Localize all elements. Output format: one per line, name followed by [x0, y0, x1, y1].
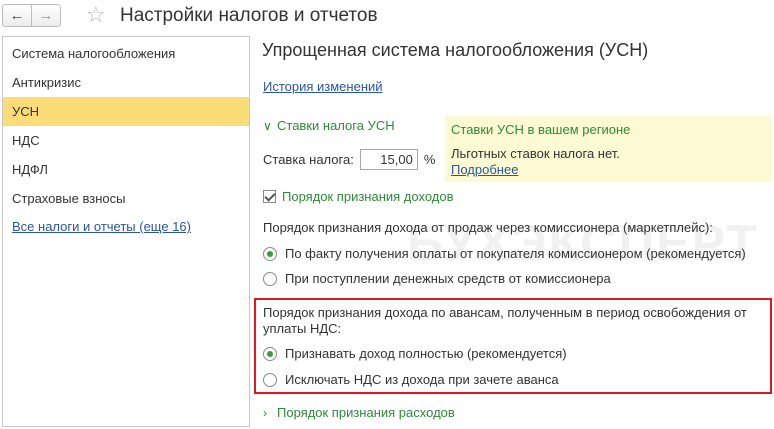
rate-input[interactable] — [359, 149, 418, 170]
title-bar: ← → ☆ Настройки налогов и отчетов — [0, 0, 774, 34]
radio-icon[interactable] — [263, 271, 277, 286]
all-taxes-link[interactable]: Все налоги и отчеты (еще 16) — [12, 219, 191, 234]
sidebar: Система налогообложения Антикризис УСН Н… — [2, 36, 250, 427]
commission-option-2-label: При поступлении денежных средств от коми… — [285, 271, 611, 286]
advance-option-1-label: Признавать доход полностью (рекомендуетс… — [285, 346, 567, 361]
checkbox-icon[interactable] — [263, 190, 276, 203]
rate-row: Ставка налога: % — [263, 149, 435, 170]
expenses-group-toggle[interactable]: › Порядок признания расходов — [263, 405, 455, 420]
advance-option-2-label: Исключать НДС из дохода при зачете аванс… — [285, 372, 559, 387]
arrow-left-icon: ← — [9, 7, 25, 24]
rates-group-label: Ставки налога УСН — [277, 118, 395, 133]
rate-label: Ставка налога: — [263, 152, 354, 167]
sidebar-item-nds[interactable]: НДС — [3, 126, 249, 155]
rate-unit: % — [423, 152, 436, 167]
page-title: Упрощенная система налогообложения (УСН) — [262, 40, 649, 60]
sidebar-item-tax-system[interactable]: Система налогообложения — [3, 39, 249, 68]
back-button[interactable]: ← — [2, 4, 32, 27]
radio-selected-icon[interactable] — [263, 246, 277, 261]
star-icon[interactable]: ☆ — [86, 2, 106, 28]
sidebar-item-insurance[interactable]: Страховые взносы — [3, 184, 249, 213]
region-rates-info: Ставки УСН в вашем регионе Льготных став… — [445, 116, 772, 182]
info-text: Льготных ставок налога нет. — [451, 146, 620, 161]
rates-group-toggle[interactable]: ∨ Ставки налога УСН — [263, 118, 395, 133]
main-panel: БУХЭКСПЕРТ Упрощенная система налогообло… — [254, 36, 774, 429]
income-group-label: Порядок признания доходов — [282, 189, 454, 204]
arrow-right-icon: → — [38, 7, 54, 24]
advance-label-line-2: уплаты НДС: — [263, 321, 342, 336]
sidebar-item-anticrisis[interactable]: Антикризис — [3, 68, 249, 97]
chevron-down-icon: ∨ — [263, 118, 272, 133]
commission-option-1-label: По факту получения оплаты от покупателя … — [285, 246, 746, 261]
expenses-group-label: Порядок признания расходов — [277, 405, 455, 420]
advance-label-line-1: Порядок признания дохода по авансам, пол… — [263, 305, 747, 320]
commission-option-2[interactable]: При поступлении денежных средств от коми… — [263, 271, 611, 286]
history-link[interactable]: История изменений — [263, 79, 383, 94]
income-group-toggle[interactable]: Порядок признания доходов — [263, 189, 454, 204]
advance-option-1[interactable]: Признавать доход полностью (рекомендуетс… — [263, 346, 567, 361]
info-title: Ставки УСН в вашем регионе — [451, 122, 631, 137]
commission-label: Порядок признания дохода от продаж через… — [263, 220, 713, 235]
info-more-link[interactable]: Подробнее — [451, 162, 518, 177]
sidebar-item-ndfl[interactable]: НДФЛ — [3, 155, 249, 184]
advance-option-2[interactable]: Исключать НДС из дохода при зачете аванс… — [263, 372, 559, 387]
forward-button[interactable]: → — [31, 4, 61, 27]
chevron-right-icon: › — [263, 405, 267, 420]
window-title: Настройки налогов и отчетов — [120, 5, 378, 26]
radio-icon[interactable] — [263, 372, 277, 387]
commission-option-1[interactable]: По факту получения оплаты от покупателя … — [263, 246, 746, 261]
radio-selected-icon[interactable] — [263, 346, 277, 361]
sidebar-item-usn[interactable]: УСН — [3, 97, 249, 126]
